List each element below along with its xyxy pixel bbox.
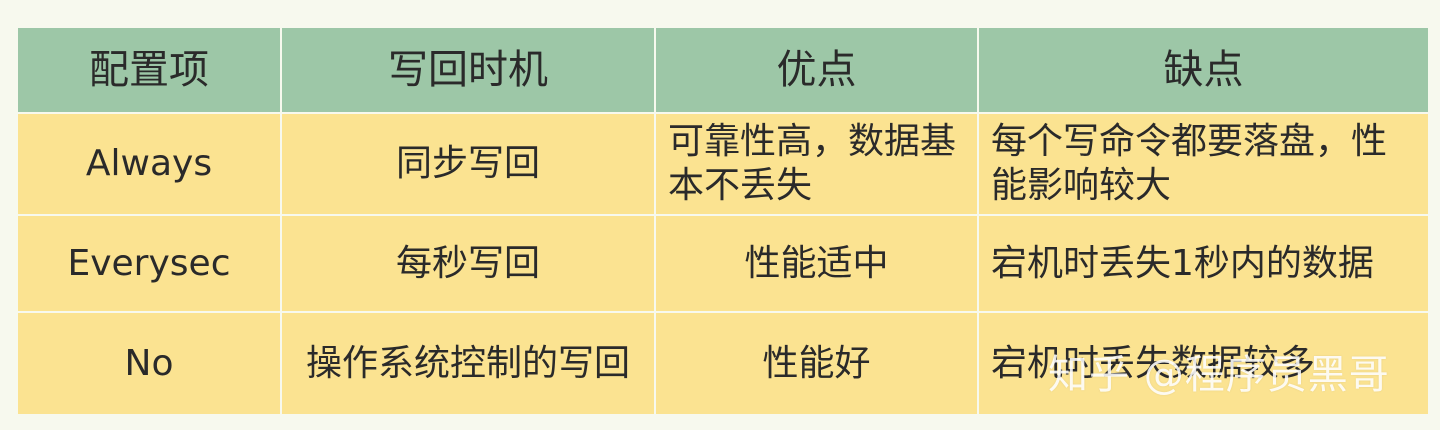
row-always-config: Always (18, 114, 280, 214)
row-no-timing: 操作系统控制的写回 (282, 313, 654, 414)
row-no-config: No (18, 313, 280, 414)
row-always-timing: 同步写回 (282, 114, 654, 214)
watermark-text: 知乎 @程序员黑哥 (1048, 352, 1390, 398)
row-always-cons: 每个写命令都要落盘，性能影响较大 (979, 114, 1428, 214)
row-always-pros: 可靠性高，数据基本不丢失 (656, 114, 977, 214)
header-cons: 缺点 (979, 28, 1428, 112)
row-everysec-pros: 性能适中 (656, 216, 977, 311)
header-pros: 优点 (656, 28, 977, 112)
row-everysec-timing: 每秒写回 (282, 216, 654, 311)
row-everysec-config: Everysec (18, 216, 280, 311)
row-no-pros: 性能好 (656, 313, 977, 414)
header-timing: 写回时机 (282, 28, 654, 112)
header-config: 配置项 (18, 28, 280, 112)
row-everysec-cons: 宕机时丢失1秒内的数据 (979, 216, 1428, 311)
